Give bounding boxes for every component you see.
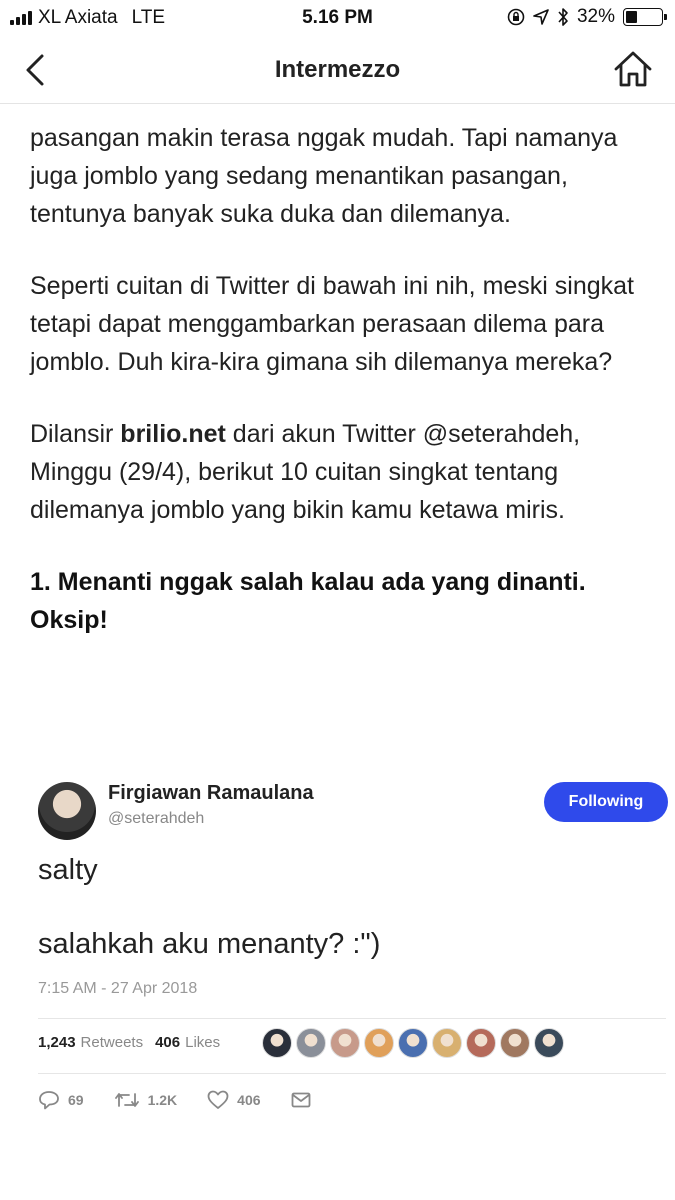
retweet-count: 1.2K (147, 1092, 178, 1108)
liker-avatar[interactable] (262, 1028, 292, 1058)
envelope-icon (291, 1092, 310, 1108)
divider (38, 1018, 666, 1019)
battery-percent: 32% (576, 6, 615, 27)
retweets-count[interactable]: 1,243 (38, 1034, 76, 1051)
retweet-icon (114, 1093, 139, 1107)
liker-avatar[interactable] (432, 1028, 462, 1058)
retweet-button[interactable]: 1.2K (114, 1091, 178, 1109)
tweet-text-line-1: salty (38, 854, 98, 886)
orientation-lock-icon (507, 8, 525, 26)
likes-label: Likes (185, 1034, 221, 1051)
direct-message-button[interactable] (291, 1092, 311, 1108)
section-heading: 1. Menanti nggak salah kalau ada yang di… (30, 568, 586, 634)
home-button[interactable] (613, 50, 653, 88)
avatar[interactable] (38, 782, 96, 840)
tweet-timestamp[interactable]: 7:15 AM - 27 Apr 2018 (38, 980, 197, 998)
tweet-actions: 69 1.2K 406 (38, 1090, 341, 1110)
paragraph-3-prefix: Dilansir (30, 420, 121, 448)
paragraph-2: Seperti cuitan di Twitter di bawah ini n… (30, 272, 635, 376)
liker-avatar[interactable] (466, 1028, 496, 1058)
article-body: pasangan makin terasa nggak mudah. Tapi … (30, 75, 650, 639)
liker-avatar[interactable] (500, 1028, 530, 1058)
status-bar: XL Axiata LTE 5.16 PM 32% (0, 0, 675, 36)
tweet-author-handle[interactable]: @seterahdeh (108, 810, 204, 828)
tweet-text-line-2: salahkah aku menanty? :") (38, 928, 381, 960)
tweet-stats: 1,243 Retweets 406 Likes (38, 1034, 220, 1051)
location-arrow-icon (533, 9, 549, 25)
liker-avatar[interactable] (330, 1028, 360, 1058)
reply-button[interactable]: 69 (38, 1090, 84, 1110)
divider (38, 1073, 666, 1074)
reply-count: 69 (68, 1092, 84, 1108)
liker-avatar[interactable] (296, 1028, 326, 1058)
liker-avatar[interactable] (534, 1028, 564, 1058)
likes-count[interactable]: 406 (155, 1034, 180, 1051)
retweets-label: Retweets (80, 1034, 144, 1051)
status-right: 32% (507, 6, 667, 28)
like-button[interactable]: 406 (207, 1090, 261, 1110)
battery-fill (626, 11, 637, 23)
nav-bar: Intermezzo (0, 36, 675, 104)
tweet-embed[interactable]: Firgiawan Ramaulana @seterahdeh Followin… (30, 770, 670, 1130)
tweet-author-name[interactable]: Firgiawan Ramaulana (108, 782, 314, 805)
home-icon (614, 51, 652, 87)
liker-avatars[interactable] (262, 1028, 564, 1058)
page-title: Intermezzo (274, 56, 401, 83)
paragraph-3: Dilansir brilio.net dari akun Twitter @s… (30, 415, 650, 529)
following-button[interactable]: Following (544, 782, 668, 822)
liker-avatar[interactable] (364, 1028, 394, 1058)
source-link[interactable]: brilio.net (120, 420, 226, 448)
bluetooth-icon (558, 8, 568, 26)
reply-icon (39, 1091, 59, 1110)
heart-icon (207, 1090, 229, 1109)
battery-icon (623, 8, 667, 26)
like-count: 406 (237, 1092, 261, 1108)
liker-avatar[interactable] (398, 1028, 428, 1058)
paragraph-1: pasangan makin terasa nggak mudah. Tapi … (30, 124, 618, 228)
